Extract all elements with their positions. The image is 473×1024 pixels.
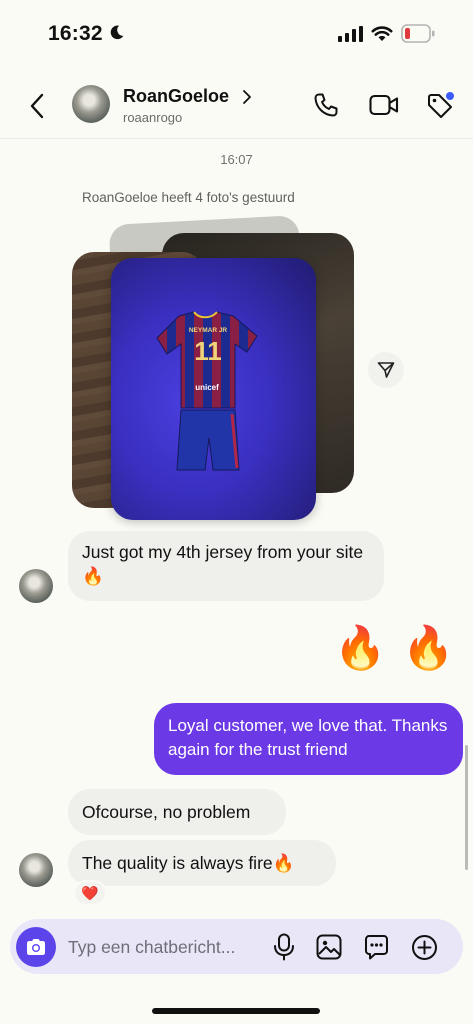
photo-card-jersey[interactable]: NEYMAR JR 11 unicef	[111, 258, 316, 520]
sender-avatar[interactable]	[19, 569, 53, 603]
plus-icon[interactable]	[411, 934, 438, 961]
status-time: 16:32	[48, 22, 103, 45]
heart-reaction[interactable]: ❤️	[73, 880, 107, 906]
contact-username: roaanrogo	[123, 110, 183, 125]
sender-avatar[interactable]	[19, 853, 53, 887]
tag-icon[interactable]	[426, 92, 454, 120]
jersey-print-number: 11	[194, 336, 222, 366]
moon-icon	[110, 25, 124, 40]
message-input-placeholder[interactable]: Typ een chatbericht...	[68, 937, 235, 958]
outgoing-message[interactable]: Loyal customer, we love that. Thanks aga…	[154, 703, 463, 775]
wifi-icon	[371, 26, 393, 41]
header-divider	[0, 138, 473, 139]
incoming-message[interactable]: The quality is always fire🔥	[68, 840, 336, 886]
image-icon[interactable]	[316, 934, 342, 960]
phone-icon[interactable]	[313, 92, 339, 118]
photos-sent-note: RoanGoeloe heeft 4 foto's gestuurd	[82, 190, 295, 205]
contact-name[interactable]: RoanGoeloe	[123, 86, 229, 107]
back-icon[interactable]	[28, 92, 46, 120]
jersey-print-name: NEYMAR JR	[189, 327, 228, 334]
message-timestamp: 16:07	[220, 152, 253, 167]
fire-emoji-message[interactable]: 🔥	[402, 624, 454, 672]
incoming-message[interactable]: Just got my 4th jersey from your site🔥	[68, 531, 384, 601]
chevron-right-icon[interactable]	[242, 89, 252, 105]
share-button[interactable]	[368, 352, 404, 388]
scrollbar[interactable]	[465, 745, 468, 870]
mic-icon[interactable]	[272, 933, 296, 961]
jersey-image: NEYMAR JR 11 unicef	[156, 311, 258, 471]
jersey-print-sponsor: unicef	[195, 383, 219, 392]
camera-icon	[27, 939, 45, 955]
battery-icon	[401, 24, 435, 43]
home-indicator[interactable]	[152, 1008, 320, 1014]
incoming-message[interactable]: Ofcourse, no problem	[68, 789, 286, 835]
signal-icon	[338, 26, 363, 42]
share-icon	[377, 362, 395, 378]
video-icon[interactable]	[369, 93, 399, 117]
avatar[interactable]	[72, 85, 110, 123]
sticker-icon[interactable]	[363, 934, 390, 961]
camera-button[interactable]	[16, 927, 56, 967]
fire-emoji-message[interactable]: 🔥	[334, 624, 386, 672]
